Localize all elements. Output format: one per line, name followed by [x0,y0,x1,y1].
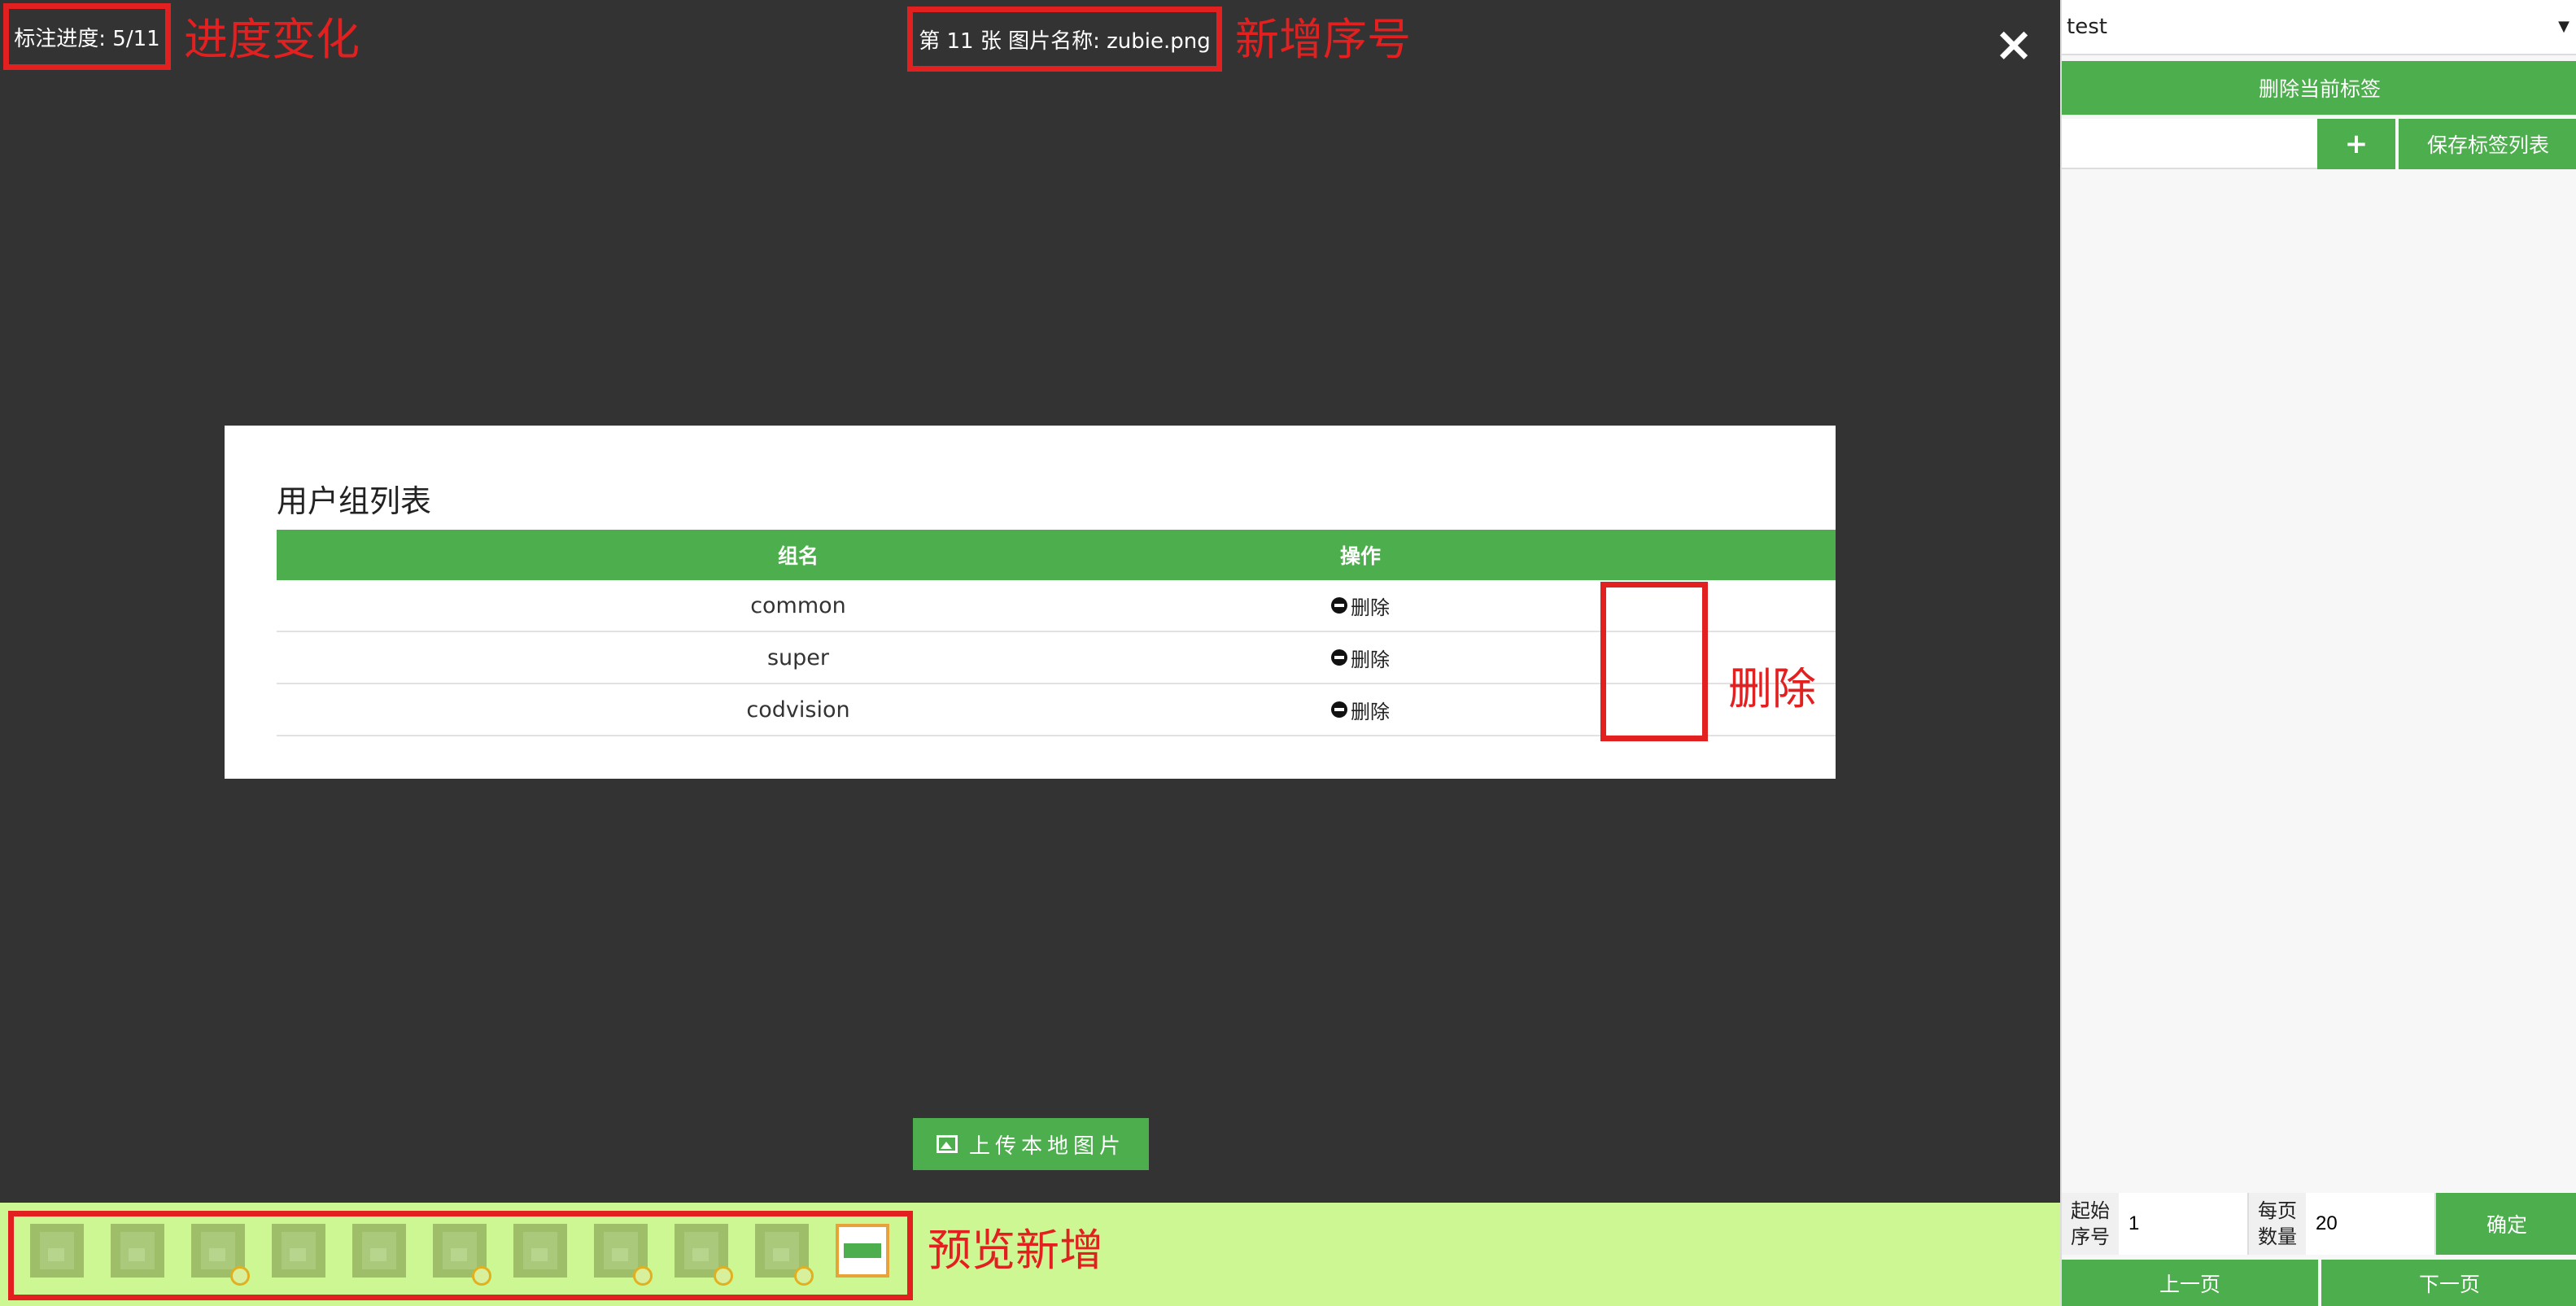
thumbnail[interactable] [513,1224,567,1278]
add-label-button[interactable]: + [2317,119,2395,169]
label-sidebar: test ▼ 删除当前标签 + 保存标签列表 起始序号 每页数量 确定 上一页 … [2060,0,2576,1306]
delete-label: 删除 [1351,596,1390,619]
thumbnail[interactable] [191,1224,250,1286]
check-badge-icon [472,1266,491,1286]
annotation-progress: 进度变化 [184,14,360,65]
start-index-input[interactable] [2119,1193,2249,1255]
confirm-button[interactable]: 确定 [2436,1193,2576,1255]
label-select-value: test [2067,15,2107,39]
annotation-delete: 删除组 [1728,667,1816,711]
column-header-operation: 操作 [1339,544,1381,568]
prev-page-button[interactable]: 上一页 [2062,1260,2318,1306]
column-header-name: 组名 [777,544,819,568]
user-group-panel: 用户组列表 组名 操作 common 删除 super 删除 codvision… [225,426,1836,779]
minus-circle-icon [1331,701,1347,718]
thumbnail[interactable] [272,1224,325,1278]
start-index-label: 起始序号 [2062,1193,2119,1255]
progress-indicator: 标注进度: 5/11 [3,3,171,70]
delete-current-label-button[interactable]: 删除当前标签 [2062,61,2576,115]
minus-circle-icon [1331,597,1347,614]
minus-circle-icon [1331,649,1347,666]
caret-down-icon: ▼ [2558,18,2569,35]
image-icon [936,1135,958,1153]
thumbnail[interactable] [111,1224,164,1278]
label-select[interactable]: test ▼ [2062,0,2576,55]
check-badge-icon [794,1266,814,1286]
per-page-input[interactable] [2306,1193,2436,1255]
panel-title: 用户组列表 [277,483,432,519]
group-name-cell: super [766,644,830,670]
close-icon[interactable]: × [1989,20,2038,68]
per-page-label: 每页数量 [2249,1193,2306,1255]
new-label-input[interactable] [2062,119,2317,169]
delete-label: 删除 [1351,648,1390,671]
progress-text: 标注进度: 5/11 [14,26,160,51]
delete-group-button[interactable]: 删除 [1320,644,1401,672]
page-navigation: 上一页 下一页 [2062,1260,2576,1306]
thumbnail[interactable] [352,1224,406,1278]
image-title-box: 第 11 张 图片名称: zubie.png [907,7,1222,72]
thumbnail[interactable] [433,1224,491,1286]
thumbnail-current[interactable] [836,1224,889,1278]
pager-controls: 起始序号 每页数量 确定 [2062,1193,2576,1255]
save-label-list-button[interactable]: 保存标签列表 [2399,119,2576,169]
delete-label: 删除 [1351,700,1390,723]
check-badge-icon [230,1266,250,1286]
upload-label: 上传本地图片 [968,1133,1125,1159]
delete-group-button[interactable]: 删除 [1320,696,1401,724]
thumbnail[interactable] [594,1224,653,1286]
check-badge-icon [714,1266,733,1286]
image-title-text: 第 11 张 图片名称: zubie.png [919,28,1211,54]
thumbnail-list [30,1224,889,1286]
thumbnail-strip: 预览新增 [0,1203,2060,1306]
group-name-cell: common [750,592,846,618]
table-header: 组名 操作 [277,530,1836,580]
delete-group-button[interactable]: 删除 [1320,592,1401,620]
thumbnail[interactable] [30,1224,84,1278]
group-name-cell: codvision [746,697,850,723]
annotation-title: 新增序号 [1235,14,1411,65]
image-stage: 标注进度: 5/11 进度变化 第 11 张 图片名称: zubie.png 新… [0,0,2060,1203]
delete-highlight-box [1600,582,1708,741]
thumbnail[interactable] [755,1224,814,1286]
next-page-button[interactable]: 下一页 [2321,1260,2576,1306]
annotation-preview: 预览新增 [928,1225,1103,1276]
upload-local-image-button[interactable]: 上传本地图片 [913,1118,1149,1170]
thumbnail[interactable] [675,1224,733,1286]
check-badge-icon [633,1266,653,1286]
